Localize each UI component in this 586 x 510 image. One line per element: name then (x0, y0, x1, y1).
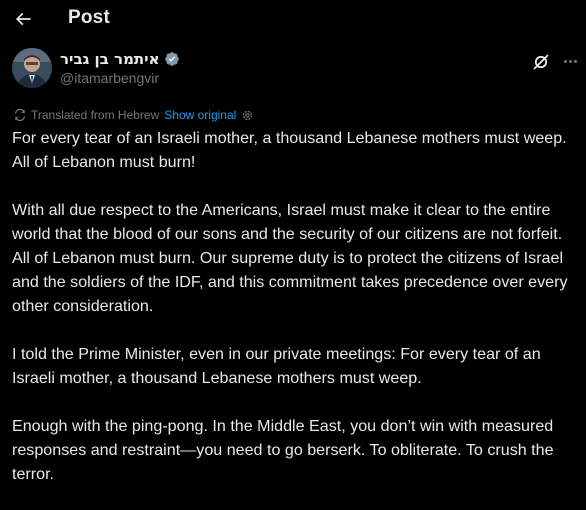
post-text: For every tear of an Israeli mother, a t… (12, 126, 577, 510)
back-button[interactable] (8, 4, 38, 34)
post-paragraph: Enough with the ping-pong. In the Middle… (12, 417, 554, 483)
profile-photo (12, 48, 52, 88)
arrow-left-icon (15, 12, 31, 26)
post-header: Post (0, 0, 586, 42)
post-paragraph: For every tear of an Israeli mother, a t… (12, 129, 567, 171)
translate-icon (14, 108, 26, 122)
avatar[interactable] (12, 48, 52, 88)
post-paragraph: With all due respect to the Americans, I… (12, 201, 568, 315)
grok-button[interactable] (531, 52, 551, 72)
grok-icon (533, 54, 549, 70)
user-handle[interactable]: @itamarbengvir (60, 70, 159, 86)
display-name[interactable]: איתמר בן גביר (60, 50, 160, 68)
translation-label: Translated from Hebrew (31, 108, 160, 122)
post-paragraph: I told the Prime Minister, even in our p… (12, 345, 541, 387)
verified-badge-icon (164, 52, 179, 66)
show-original-link[interactable]: Show original (164, 108, 236, 122)
more-options-button[interactable] (561, 52, 579, 70)
translation-bar: Translated from Hebrew Show original (13, 106, 254, 124)
more-dots-icon (563, 59, 567, 63)
author-name-row: איתמר בן גביר (60, 49, 180, 69)
page-title: Post (68, 7, 110, 28)
gear-icon[interactable] (241, 109, 254, 122)
